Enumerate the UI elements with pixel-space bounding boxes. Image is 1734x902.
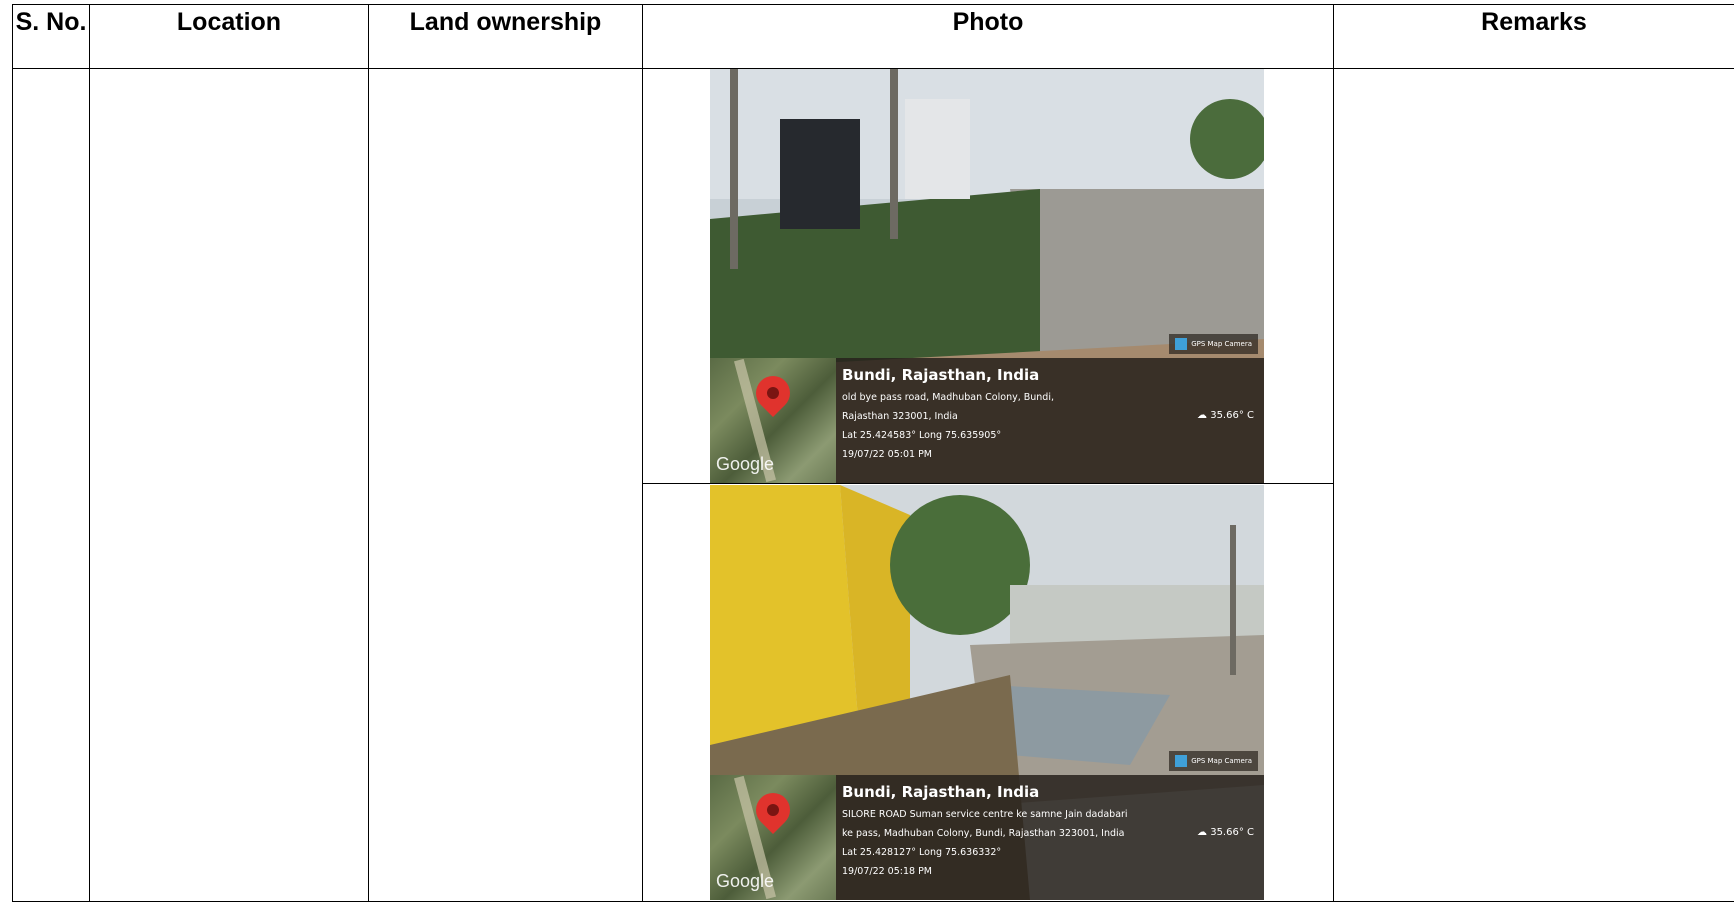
header-location: Location — [89, 4, 369, 69]
photo-address-line: ke pass, Madhuban Colony, Bundi, Rajasth… — [842, 828, 1125, 839]
header-s-no: S. No. — [12, 4, 90, 69]
photo-divider — [643, 483, 1333, 484]
cell-location — [89, 68, 369, 902]
map-attribution: Google — [716, 454, 775, 474]
photo-location-title: Bundi, Rajasthan, India — [842, 366, 1040, 384]
mini-map: Google — [710, 775, 836, 900]
site-photo-2: GPS Map Camera Google Bundi, Rajasthan, … — [710, 485, 1264, 900]
map-attribution: Google — [716, 871, 775, 891]
site-photo-1: GPS Map Camera Google Bundi, Rajasthan, … — [710, 69, 1264, 483]
cell-land-ownership — [368, 68, 643, 902]
cell-photo: GPS Map Camera Google Bundi, Rajasthan, … — [642, 68, 1334, 902]
survey-table: S. No. Location Land ownership Photo Rem… — [12, 4, 1734, 902]
cell-remarks — [1333, 68, 1734, 902]
header-remarks: Remarks — [1333, 4, 1734, 69]
header-land-ownership: Land ownership — [368, 4, 643, 69]
gps-camera-badge: GPS Map Camera — [1169, 334, 1258, 354]
header-row: S. No. Location Land ownership Photo Rem… — [12, 4, 1734, 69]
cell-s-no — [12, 68, 90, 902]
photo-coordinates: Lat 25.424583° Long 75.635905° — [842, 430, 1002, 441]
header-photo: Photo — [642, 4, 1334, 69]
photo-2-gps-overlay: GPS Map Camera Google Bundi, Rajasthan, … — [710, 751, 1264, 900]
photo-location-title: Bundi, Rajasthan, India — [842, 783, 1040, 801]
photo-coordinates: Lat 25.428127° Long 75.636332° — [842, 847, 1002, 858]
photo-address-line: SILORE ROAD Suman service centre ke samn… — [842, 809, 1128, 820]
gps-camera-badge: GPS Map Camera — [1169, 751, 1258, 771]
photo-1-gps-overlay: GPS Map Camera Google Bundi, Rajasthan, … — [710, 334, 1264, 483]
photo-address-line: old bye pass road, Madhuban Colony, Bund… — [842, 392, 1055, 403]
photo-address-line: Rajasthan 323001, India — [842, 411, 958, 422]
mini-map: Google — [710, 358, 836, 483]
photo-timestamp: 19/07/22 05:01 PM — [842, 449, 933, 460]
photo-temperature: ☁ 35.66° C — [1197, 827, 1254, 838]
table-row: GPS Map Camera Google Bundi, Rajasthan, … — [12, 68, 1734, 902]
photo-temperature: ☁ 35.66° C — [1197, 410, 1254, 421]
photo-timestamp: 19/07/22 05:18 PM — [842, 866, 933, 877]
